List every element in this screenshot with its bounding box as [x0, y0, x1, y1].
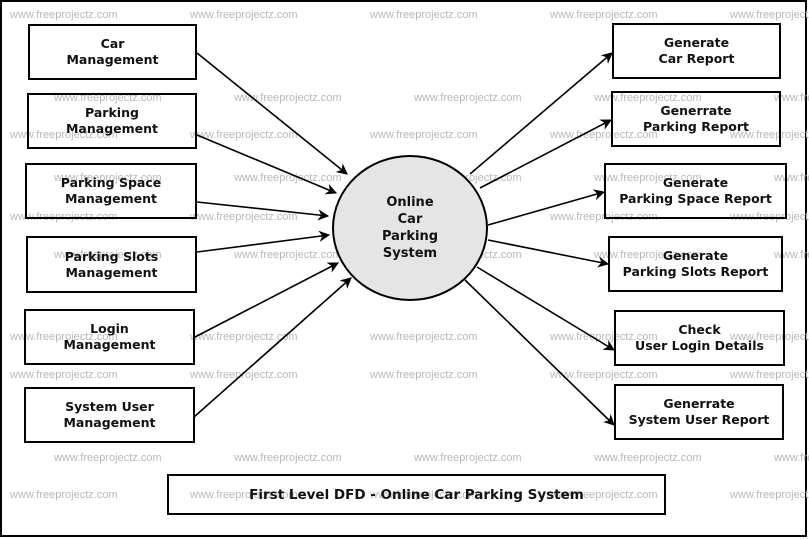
flow-arrow-parking-space-management [196, 201, 330, 221]
flow-arrow-parking-management [196, 134, 338, 195]
flow-arrow-generate-parking-space-report [487, 189, 606, 226]
entity-parking-slots-management: Parking Slots Management [26, 236, 197, 293]
entity-generate-parking-space-report: Generate Parking Space Report [604, 163, 787, 219]
entity-generate-car-report: Generate Car Report [612, 23, 781, 79]
entity-generrate-parking-report: Generrate Parking Report [611, 91, 781, 147]
process-online-car-parking-system: Online Car Parking System [332, 155, 488, 301]
flow-arrow-login-management [194, 262, 339, 338]
entity-system-user-management: System User Management [24, 387, 195, 443]
flow-arrow-car-management [196, 52, 348, 175]
entity-car-management: Car Management [28, 24, 197, 80]
flow-arrow-generrate-parking-report [479, 119, 612, 189]
flow-arrow-system-user-management [193, 277, 352, 418]
flow-arrow-parking-slots-management [196, 230, 331, 253]
flow-arrow-generate-parking-slots-report [487, 239, 610, 268]
entity-check-user-login-details: Check User Login Details [614, 310, 785, 366]
flow-arrow-generrate-system-user-report [464, 279, 615, 426]
entity-parking-management: Parking Management [27, 93, 197, 149]
entity-login-management: Login Management [24, 309, 195, 365]
flow-arrow-check-user-login-details [476, 266, 615, 351]
entity-generrate-system-user-report: Generrate System User Report [614, 384, 784, 440]
entity-parking-space-management: Parking Space Management [25, 163, 197, 219]
entity-generate-parking-slots-report: Generate Parking Slots Report [608, 236, 783, 292]
diagram-title: First Level DFD - Online Car Parking Sys… [167, 474, 666, 515]
